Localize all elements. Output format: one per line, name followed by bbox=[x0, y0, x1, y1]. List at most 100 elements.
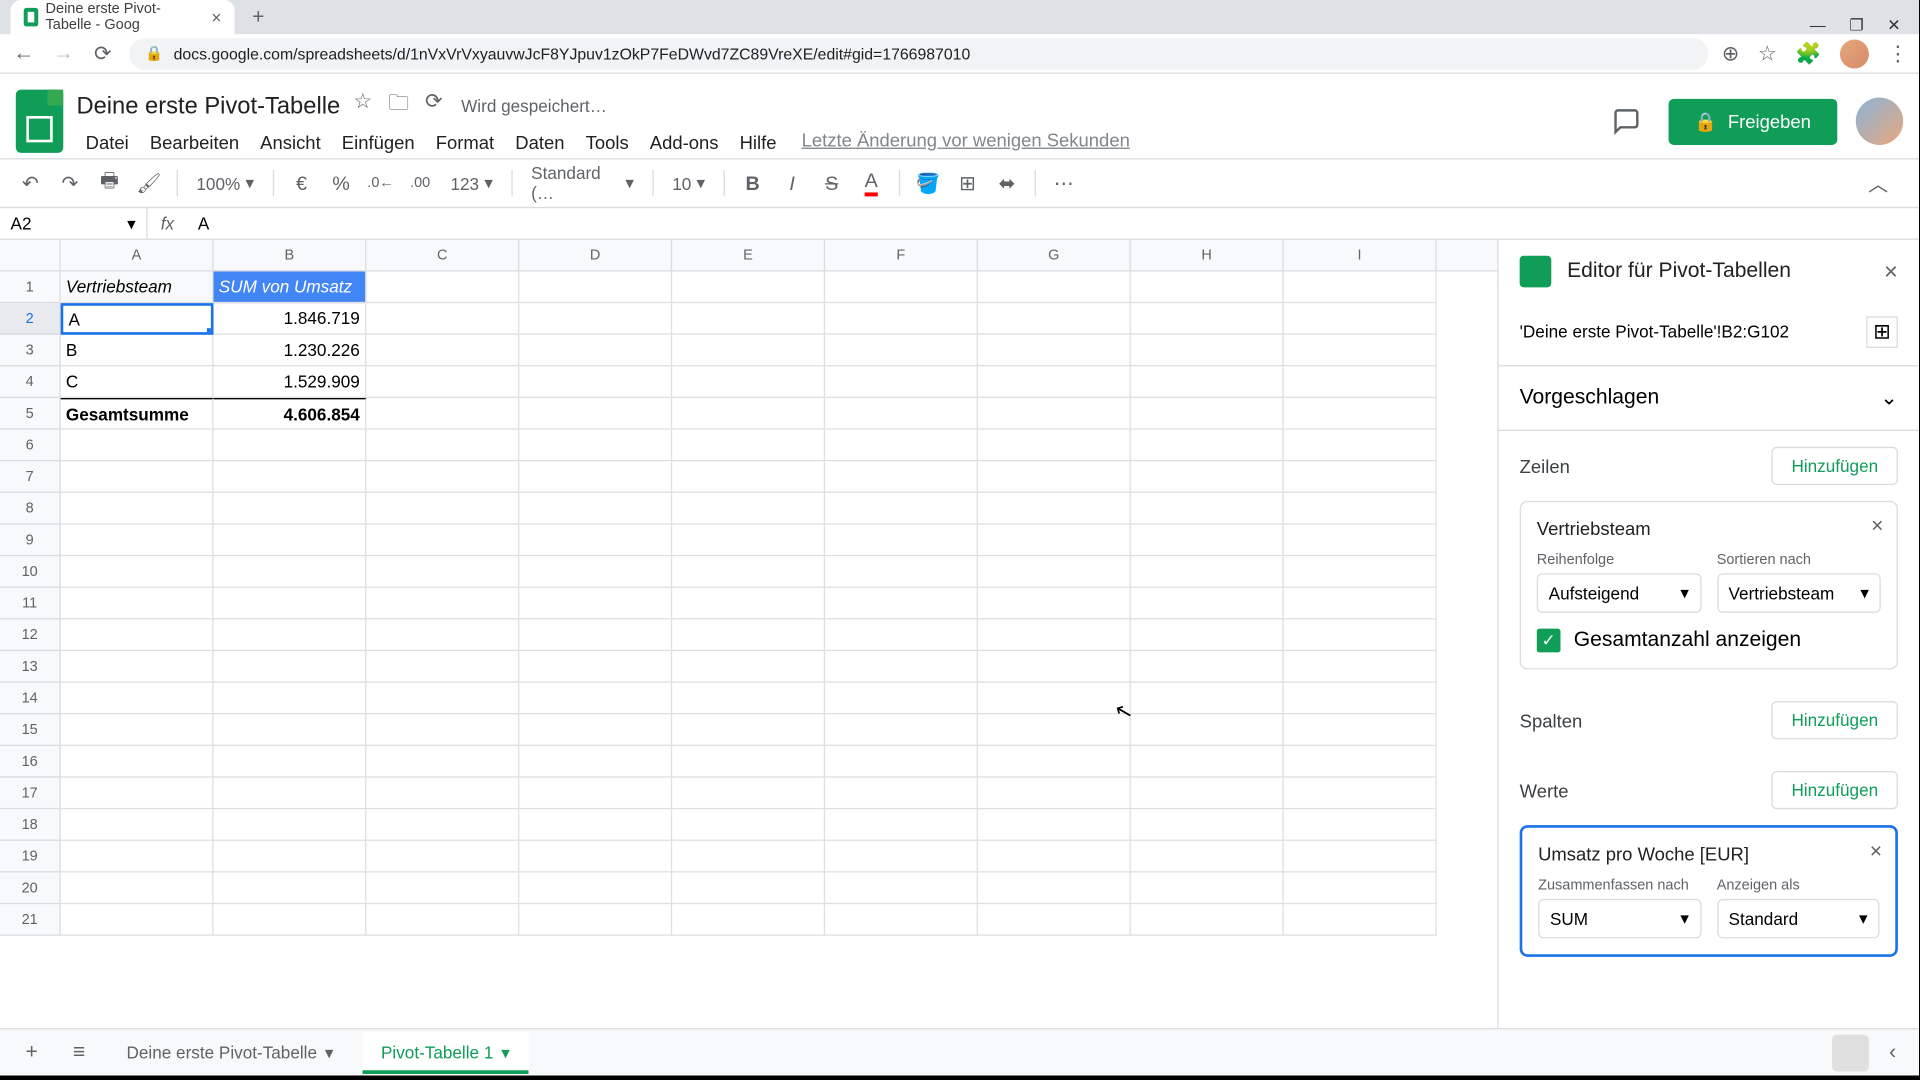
cell[interactable] bbox=[825, 335, 978, 367]
cell[interactable] bbox=[1131, 366, 1284, 398]
cell[interactable] bbox=[1284, 366, 1437, 398]
cell[interactable] bbox=[1131, 619, 1284, 651]
cell[interactable] bbox=[519, 651, 672, 683]
cell[interactable] bbox=[825, 556, 978, 588]
cell[interactable] bbox=[672, 904, 825, 936]
cell[interactable] bbox=[1131, 809, 1284, 841]
cell[interactable] bbox=[978, 525, 1131, 557]
cell[interactable] bbox=[214, 493, 367, 525]
sheets-logo[interactable] bbox=[16, 90, 63, 153]
decrease-decimal-button[interactable]: .0← bbox=[363, 166, 397, 200]
cell[interactable] bbox=[214, 841, 367, 873]
comments-button[interactable] bbox=[1602, 98, 1649, 145]
cell[interactable] bbox=[1131, 588, 1284, 620]
cell[interactable] bbox=[61, 461, 214, 493]
cell[interactable] bbox=[825, 651, 978, 683]
summarize-select[interactable]: SUM▾ bbox=[1538, 899, 1701, 939]
formula-input[interactable]: A bbox=[187, 214, 1919, 234]
close-tab-icon[interactable]: × bbox=[211, 7, 221, 27]
cell[interactable] bbox=[61, 746, 214, 778]
remove-row-button[interactable]: × bbox=[1871, 515, 1883, 539]
cell[interactable] bbox=[1131, 335, 1284, 367]
cell[interactable] bbox=[1284, 398, 1437, 430]
cell[interactable] bbox=[978, 272, 1131, 304]
select-range-button[interactable]: ⊞ bbox=[1866, 316, 1898, 348]
cell[interactable] bbox=[1131, 904, 1284, 936]
cell[interactable] bbox=[366, 873, 519, 905]
text-color-button[interactable]: A bbox=[854, 166, 888, 200]
cell[interactable] bbox=[61, 430, 214, 462]
cell[interactable] bbox=[519, 430, 672, 462]
all-sheets-button[interactable]: ≡ bbox=[61, 1034, 98, 1071]
cell[interactable] bbox=[978, 461, 1131, 493]
cell[interactable] bbox=[61, 873, 214, 905]
column-header-B[interactable]: B bbox=[214, 240, 367, 270]
cell[interactable] bbox=[978, 619, 1131, 651]
cell[interactable] bbox=[825, 714, 978, 746]
cell[interactable] bbox=[366, 904, 519, 936]
row-header-14[interactable]: 14 bbox=[0, 683, 59, 715]
cell[interactable] bbox=[672, 746, 825, 778]
menu-format[interactable]: Format bbox=[427, 129, 504, 155]
cell[interactable] bbox=[366, 493, 519, 525]
cell[interactable] bbox=[1131, 461, 1284, 493]
row-header-9[interactable]: 9 bbox=[0, 525, 59, 557]
cell[interactable] bbox=[978, 683, 1131, 715]
add-row-button[interactable]: Hinzufügen bbox=[1772, 447, 1898, 485]
menu-addons[interactable]: Add-ons bbox=[641, 129, 728, 155]
percent-button[interactable]: % bbox=[324, 166, 358, 200]
cell[interactable] bbox=[672, 619, 825, 651]
cell[interactable] bbox=[1131, 651, 1284, 683]
add-sheet-button[interactable]: + bbox=[13, 1034, 50, 1071]
row-header-20[interactable]: 20 bbox=[0, 873, 59, 905]
forward-button[interactable]: → bbox=[50, 40, 76, 66]
cell[interactable] bbox=[61, 841, 214, 873]
cell[interactable] bbox=[214, 651, 367, 683]
row-header-3[interactable]: 3 bbox=[0, 335, 59, 367]
row-header-7[interactable]: 7 bbox=[0, 461, 59, 493]
add-column-button[interactable]: Hinzufügen bbox=[1772, 701, 1898, 739]
browser-tab[interactable]: Deine erste Pivot-Tabelle - Goog × bbox=[11, 0, 235, 34]
cell[interactable] bbox=[1284, 461, 1437, 493]
star-icon[interactable]: ☆ bbox=[353, 88, 372, 124]
cell[interactable] bbox=[366, 588, 519, 620]
cell[interactable] bbox=[366, 398, 519, 430]
cell[interactable] bbox=[825, 873, 978, 905]
column-header-H[interactable]: H bbox=[1131, 240, 1284, 270]
close-window-icon[interactable]: ✕ bbox=[1887, 16, 1900, 34]
show-totals-checkbox[interactable]: ✓ bbox=[1537, 629, 1561, 653]
cell[interactable] bbox=[978, 651, 1131, 683]
cell[interactable] bbox=[366, 272, 519, 304]
row-header-1[interactable]: 1 bbox=[0, 272, 59, 304]
row-header-8[interactable]: 8 bbox=[0, 493, 59, 525]
cell[interactable] bbox=[978, 778, 1131, 810]
column-header-C[interactable]: C bbox=[366, 240, 519, 270]
cell[interactable] bbox=[519, 366, 672, 398]
cell[interactable] bbox=[978, 366, 1131, 398]
cell[interactable] bbox=[214, 461, 367, 493]
cell[interactable] bbox=[978, 746, 1131, 778]
cell[interactable] bbox=[672, 398, 825, 430]
row-header-10[interactable]: 10 bbox=[0, 556, 59, 588]
cell[interactable] bbox=[672, 841, 825, 873]
cell[interactable] bbox=[519, 746, 672, 778]
cell[interactable]: 1.230.226 bbox=[214, 335, 367, 367]
cell[interactable] bbox=[366, 746, 519, 778]
cell[interactable] bbox=[366, 683, 519, 715]
cell[interactable] bbox=[366, 461, 519, 493]
menu-einfuegen[interactable]: Einfügen bbox=[333, 129, 424, 155]
cell[interactable]: 1.529.909 bbox=[214, 366, 367, 398]
cell[interactable] bbox=[1131, 778, 1284, 810]
font-select[interactable]: Standard (… ▾ bbox=[523, 163, 642, 203]
cell[interactable] bbox=[366, 714, 519, 746]
cell[interactable] bbox=[672, 873, 825, 905]
cell[interactable] bbox=[825, 461, 978, 493]
side-panel-toggle[interactable]: ‹ bbox=[1879, 1041, 1905, 1065]
cell[interactable] bbox=[1131, 525, 1284, 557]
cell[interactable] bbox=[519, 873, 672, 905]
cell[interactable] bbox=[214, 809, 367, 841]
cell[interactable] bbox=[672, 778, 825, 810]
close-panel-button[interactable]: × bbox=[1884, 258, 1898, 286]
zoom-select[interactable]: 100% ▾ bbox=[188, 173, 262, 194]
cell[interactable] bbox=[61, 904, 214, 936]
